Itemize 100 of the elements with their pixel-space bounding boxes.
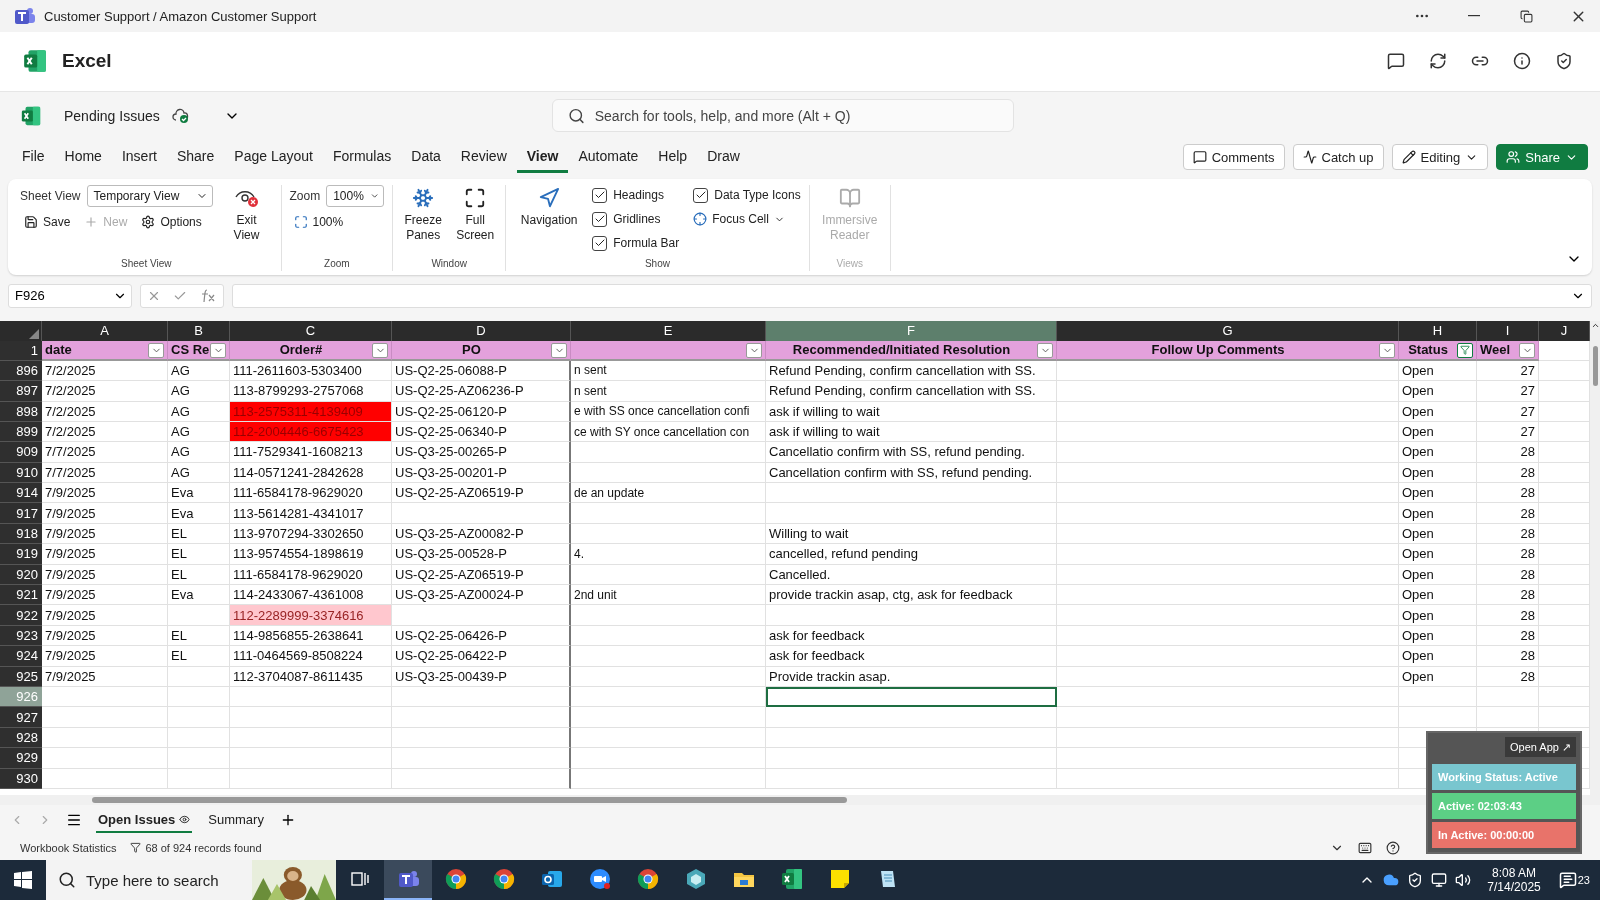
row-header[interactable]: 925 (0, 666, 42, 687)
open-app-button[interactable]: Open App ↗ (1505, 737, 1576, 757)
status-cell: Open (1399, 503, 1477, 524)
catch-up-button[interactable]: Catch up (1292, 144, 1384, 171)
row-header[interactable]: 910 (0, 462, 42, 484)
menu-tab[interactable]: Insert (111, 141, 167, 173)
browser-icon (636, 867, 660, 891)
menu-tab[interactable]: Data (401, 141, 451, 173)
filter-button[interactable] (372, 342, 388, 358)
share-button[interactable]: Share (1496, 144, 1588, 171)
save-button[interactable]: Save (20, 213, 75, 232)
row-header[interactable]: 896 (0, 360, 42, 382)
row-header[interactable]: 919 (0, 544, 42, 565)
column-header[interactable]: F (766, 320, 1057, 341)
name-box[interactable]: F926 (8, 283, 132, 308)
table-cell (168, 727, 230, 749)
column-header[interactable]: E (571, 320, 766, 341)
sheet-view-dropdown[interactable]: Temporary View (86, 185, 213, 208)
full-screen-button[interactable]: Full Screen (453, 185, 498, 246)
zoom-reset-button[interactable]: 100% (289, 213, 385, 232)
filter-button[interactable] (1379, 342, 1395, 358)
column-header[interactable]: A (42, 320, 168, 341)
records-count: 68 of 924 records found (145, 841, 262, 854)
menu-tab[interactable]: Draw (697, 141, 750, 173)
focus-cell-button[interactable]: Focus Cell (693, 209, 801, 230)
row-header[interactable]: 917 (0, 503, 42, 524)
menu-tab[interactable]: File (12, 141, 55, 173)
row-header[interactable]: 928 (0, 727, 42, 749)
row-header[interactable]: 914 (0, 483, 42, 504)
browser-icon (492, 867, 516, 891)
header-cell: CS Re (168, 340, 230, 361)
row-header[interactable]: 921 (0, 585, 42, 606)
formula-input[interactable] (232, 283, 1592, 308)
row-header[interactable]: 922 (0, 605, 42, 626)
task-view-icon (350, 870, 370, 888)
filter-button[interactable] (551, 342, 567, 358)
menu-tab[interactable]: Review (450, 141, 517, 173)
file-name[interactable]: Pending Issues (64, 107, 160, 124)
navigation-button[interactable]: Navigation (514, 185, 585, 231)
date-cell: 7/9/2025 (42, 585, 168, 606)
workbook-statistics[interactable]: Workbook Statistics (20, 841, 117, 854)
clock[interactable]: 8:08 AM 7/14/2025 (1479, 866, 1549, 894)
filter-button[interactable] (1037, 342, 1053, 358)
sheet-tab[interactable]: Open Issues (96, 807, 193, 833)
row-header[interactable]: 899 (0, 421, 42, 443)
search-field[interactable]: Search for tools, help, and more (Alt + Q) (551, 99, 1014, 133)
row-header[interactable]: 918 (0, 523, 42, 545)
menu-tab[interactable]: Page Layout (224, 141, 323, 173)
row-header[interactable]: 930 (0, 768, 42, 789)
row-header[interactable]: 923 (0, 625, 42, 647)
row-header[interactable]: 920 (0, 564, 42, 585)
menu-tab[interactable]: Home (54, 141, 112, 173)
taskbar-search[interactable]: Type here to search (46, 860, 252, 900)
selected-cell[interactable] (766, 686, 1057, 708)
options-button[interactable]: Options (137, 213, 206, 232)
exit-view-button[interactable]: Exit View (220, 185, 273, 246)
editing-mode-button[interactable]: Editing (1391, 144, 1489, 171)
menu-tab[interactable]: Share (166, 141, 225, 173)
checkbox[interactable]: Gridlines (592, 209, 680, 230)
sheet-tab[interactable]: Summary (206, 807, 266, 833)
column-header[interactable]: H (1399, 320, 1477, 341)
column-header[interactable]: J (1539, 320, 1590, 341)
row-header[interactable]: 898 (0, 401, 42, 422)
network-icon (1431, 872, 1448, 888)
freeze-panes-button[interactable]: Freeze Panes (401, 185, 446, 246)
zoom-dropdown[interactable]: 100% (326, 185, 385, 208)
select-all-corner[interactable] (0, 320, 42, 341)
column-header[interactable]: D (392, 320, 571, 341)
order-cell: 111-0464569-8508224 (230, 646, 392, 667)
row-header[interactable]: 897 (0, 381, 42, 402)
week-cell: 28 (1477, 523, 1539, 545)
column-header[interactable]: C (230, 320, 392, 341)
row-header[interactable]: 929 (0, 748, 42, 769)
vertical-scrollbar[interactable] (1590, 320, 1600, 796)
row-header[interactable]: 909 (0, 442, 42, 463)
people-icon (1506, 150, 1521, 165)
menu-tab[interactable]: Formulas (322, 141, 402, 173)
checkbox[interactable]: Data Type Icons (693, 185, 801, 206)
comments-button[interactable]: Comments (1182, 144, 1285, 171)
po-cell: US-Q2-25-06340-P (392, 421, 571, 443)
menu-tab[interactable]: Help (648, 141, 698, 173)
filter-button[interactable] (1457, 342, 1473, 358)
row-header[interactable]: 1 (0, 340, 42, 361)
column-header[interactable]: G (1057, 320, 1399, 341)
checkbox[interactable]: Formula Bar (592, 233, 680, 254)
menu-tab[interactable]: Automate (568, 141, 649, 173)
rep-cell: AG (168, 442, 230, 463)
menu-tab[interactable]: View (516, 141, 569, 173)
row-header[interactable]: 927 (0, 707, 42, 728)
checkbox[interactable]: Headings (592, 185, 680, 206)
filter-button[interactable] (1519, 342, 1535, 358)
row-header[interactable]: 924 (0, 646, 42, 667)
order-cell: 111-2611603-5303400 (230, 360, 392, 382)
notifications-button[interactable]: 23 (1548, 871, 1600, 889)
column-header[interactable]: I (1477, 320, 1539, 341)
filter-button[interactable] (148, 342, 164, 358)
group-title: Window (430, 257, 468, 271)
column-header[interactable]: B (168, 320, 230, 341)
filter-button[interactable] (210, 342, 226, 358)
filter-button[interactable] (746, 342, 762, 358)
